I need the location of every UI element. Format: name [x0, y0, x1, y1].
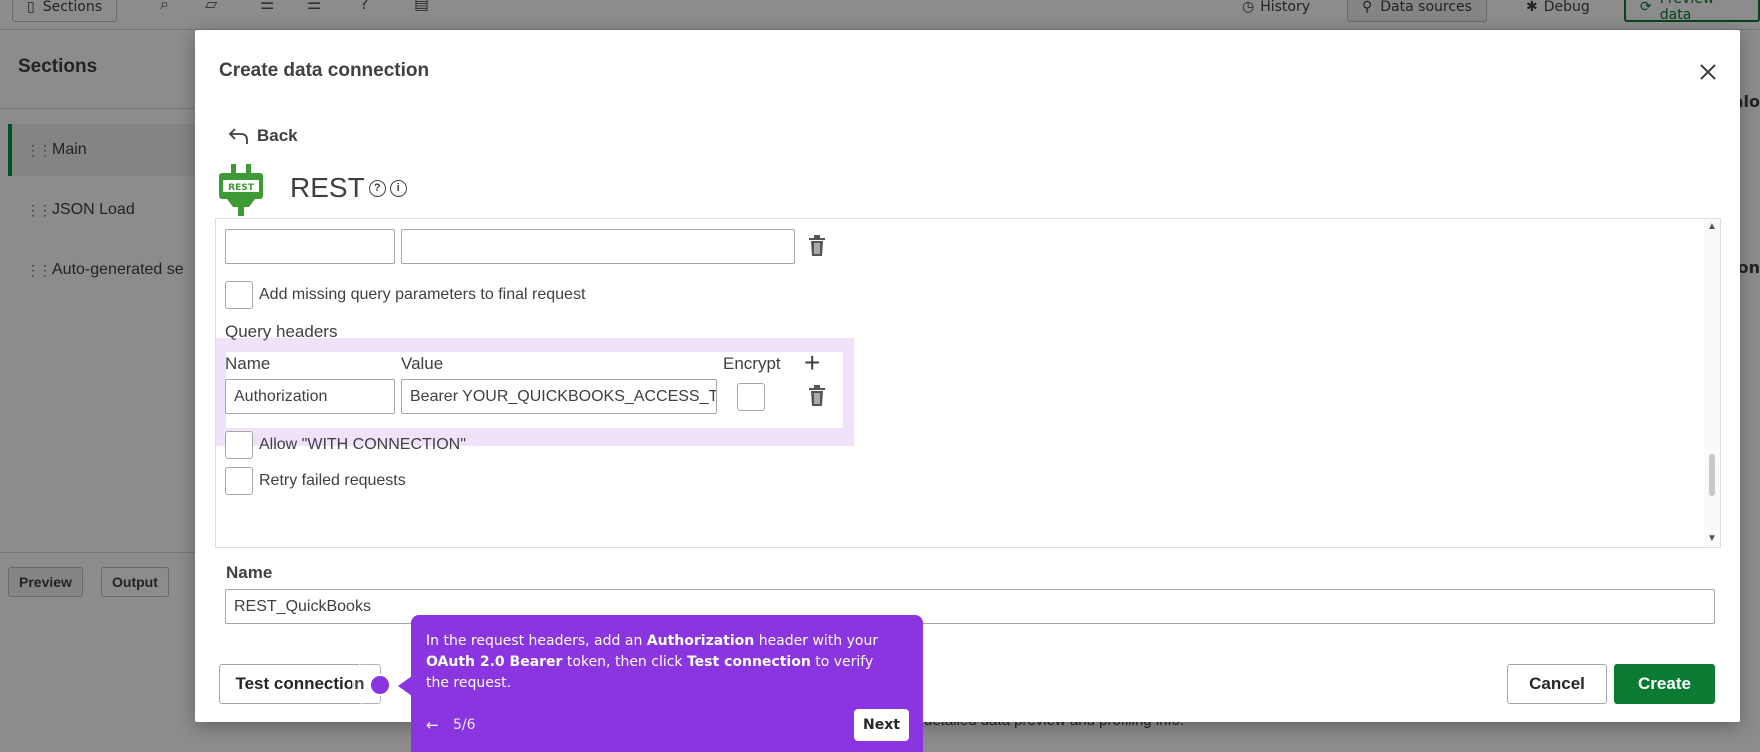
add-missing-params-label: Add missing query parameters to final re…	[259, 286, 586, 303]
query-param-name-input[interactable]	[225, 229, 395, 264]
connection-settings-scroll-area[interactable]: Add missing query parameters to final re…	[215, 218, 1721, 548]
tour-step-counter: 5/6	[453, 717, 476, 733]
back-arrow-icon	[228, 128, 248, 144]
scroll-up-arrow-icon[interactable]: ▲	[1704, 219, 1720, 235]
tour-beacon[interactable]	[369, 674, 391, 696]
retry-failed-checkbox[interactable]	[225, 467, 253, 495]
add-missing-params-checkbox[interactable]	[225, 281, 253, 309]
allow-with-connection-label: Allow "WITH CONNECTION"	[259, 436, 466, 453]
rest-connector-logo: REST	[219, 164, 263, 216]
scrollbar-thumb[interactable]	[1709, 454, 1715, 496]
back-button[interactable]: Back	[227, 126, 298, 146]
vertical-scrollbar[interactable]: ▲ ▼	[1704, 219, 1720, 547]
tour-pointer	[398, 676, 412, 696]
create-button[interactable]: Create	[1614, 664, 1715, 704]
cancel-button[interactable]: Cancel	[1507, 664, 1607, 704]
connection-name-label: Name	[226, 563, 273, 582]
trash-icon[interactable]	[808, 235, 826, 257]
header-name-input[interactable]: Authorization	[225, 379, 395, 414]
add-header-plus-icon[interactable]: +	[804, 349, 820, 377]
tour-next-button[interactable]: Next	[854, 709, 909, 741]
connector-title: REST ? i	[290, 172, 407, 204]
retry-failed-label: Retry failed requests	[259, 472, 406, 489]
dialog-title: Create data connection	[219, 60, 430, 81]
scroll-down-arrow-icon[interactable]: ▼	[1704, 531, 1720, 547]
tour-prev-arrow-icon[interactable]: ←	[426, 716, 439, 734]
rest-logo-text: REST	[228, 183, 255, 193]
close-button[interactable]	[1694, 58, 1722, 86]
close-icon	[1700, 64, 1716, 80]
tour-popover: In the request headers, add an Authoriza…	[411, 615, 923, 752]
header-col-value: Value	[401, 354, 444, 373]
tour-instruction-text: In the request headers, add an Authoriza…	[426, 633, 879, 691]
header-col-encrypt: Encrypt	[723, 354, 781, 373]
help-icon[interactable]: ?	[368, 179, 386, 197]
header-value-input[interactable]: Bearer YOUR_QUICKBOOKS_ACCESS_TOKEN	[401, 379, 717, 414]
allow-with-connection-checkbox[interactable]	[225, 431, 253, 459]
query-param-value-input[interactable]	[401, 229, 795, 264]
info-icon[interactable]: i	[389, 179, 407, 197]
encrypt-checkbox[interactable]	[737, 383, 765, 411]
trash-icon[interactable]	[808, 385, 826, 407]
header-col-name: Name	[225, 354, 271, 373]
